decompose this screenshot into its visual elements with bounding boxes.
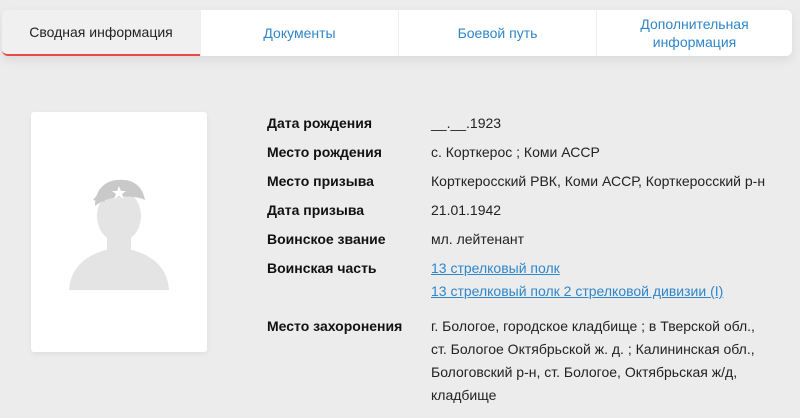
tab-documents-label: Документы [263,25,336,41]
draft-date-label: Дата призыва [267,202,365,218]
tab-combat-path[interactable]: Боевой путь [398,10,596,56]
unit-link-regiment-division[interactable]: 13 стрелковый полк 2 стрелковой дивизии … [431,280,771,303]
draft-place-label: Место призыва [267,173,374,189]
unit-label: Воинская часть [267,260,377,276]
tab-documents[interactable]: Документы [200,10,398,56]
unit-link-regiment[interactable]: 13 стрелковый полк [431,257,771,280]
unit-links: 13 стрелковый полк 13 стрелковый полк 2 … [431,257,771,303]
rank-value: мл. лейтенант [431,231,525,247]
draft-place-row: Место призыва Корткеросский РВК, Коми АС… [267,170,787,193]
photo-card [31,112,207,352]
burial-value: г. Бологое, городское кладбище ; в Тверс… [431,318,755,403]
birth-date-row: Дата рождения __.__.1923 [267,112,787,135]
birth-date-label: Дата рождения [267,115,373,131]
rank-row: Воинское звание мл. лейтенант [267,228,787,251]
birth-place-label: Место рождения [267,144,382,160]
unit-row: Воинская часть 13 стрелковый полк 13 стр… [267,257,787,303]
tab-summary[interactable]: Сводная информация [2,10,200,56]
tab-additional-info[interactable]: Дополнительная информация [596,10,792,56]
draft-date-row: Дата призыва 21.01.1942 [267,199,787,222]
birth-place-row: Место рождения с. Корткерос ; Коми АССР [267,141,787,164]
personal-info: Дата рождения __.__.1923 Место рождения … [267,112,787,407]
burial-label: Место захоронения [267,318,403,334]
soldier-silhouette-icon [69,179,169,290]
tab-combat-path-label: Боевой путь [457,25,538,41]
tab-additional-info-label: Дополнительная информация [640,16,749,50]
burial-row: Место захоронения г. Бологое, городское … [267,315,787,407]
rank-label: Воинское звание [267,231,386,247]
draft-date-value: 21.01.1942 [431,202,502,218]
draft-place-value: Корткеросский РВК, Коми АССР, Корткеросс… [431,173,766,189]
birth-place-value: с. Корткерос ; Коми АССР [431,144,600,160]
tab-bar: Сводная информация Документы Боевой путь… [2,10,792,56]
tab-summary-label: Сводная информация [29,24,173,40]
birth-date-value: __.__.1923 [431,115,502,131]
